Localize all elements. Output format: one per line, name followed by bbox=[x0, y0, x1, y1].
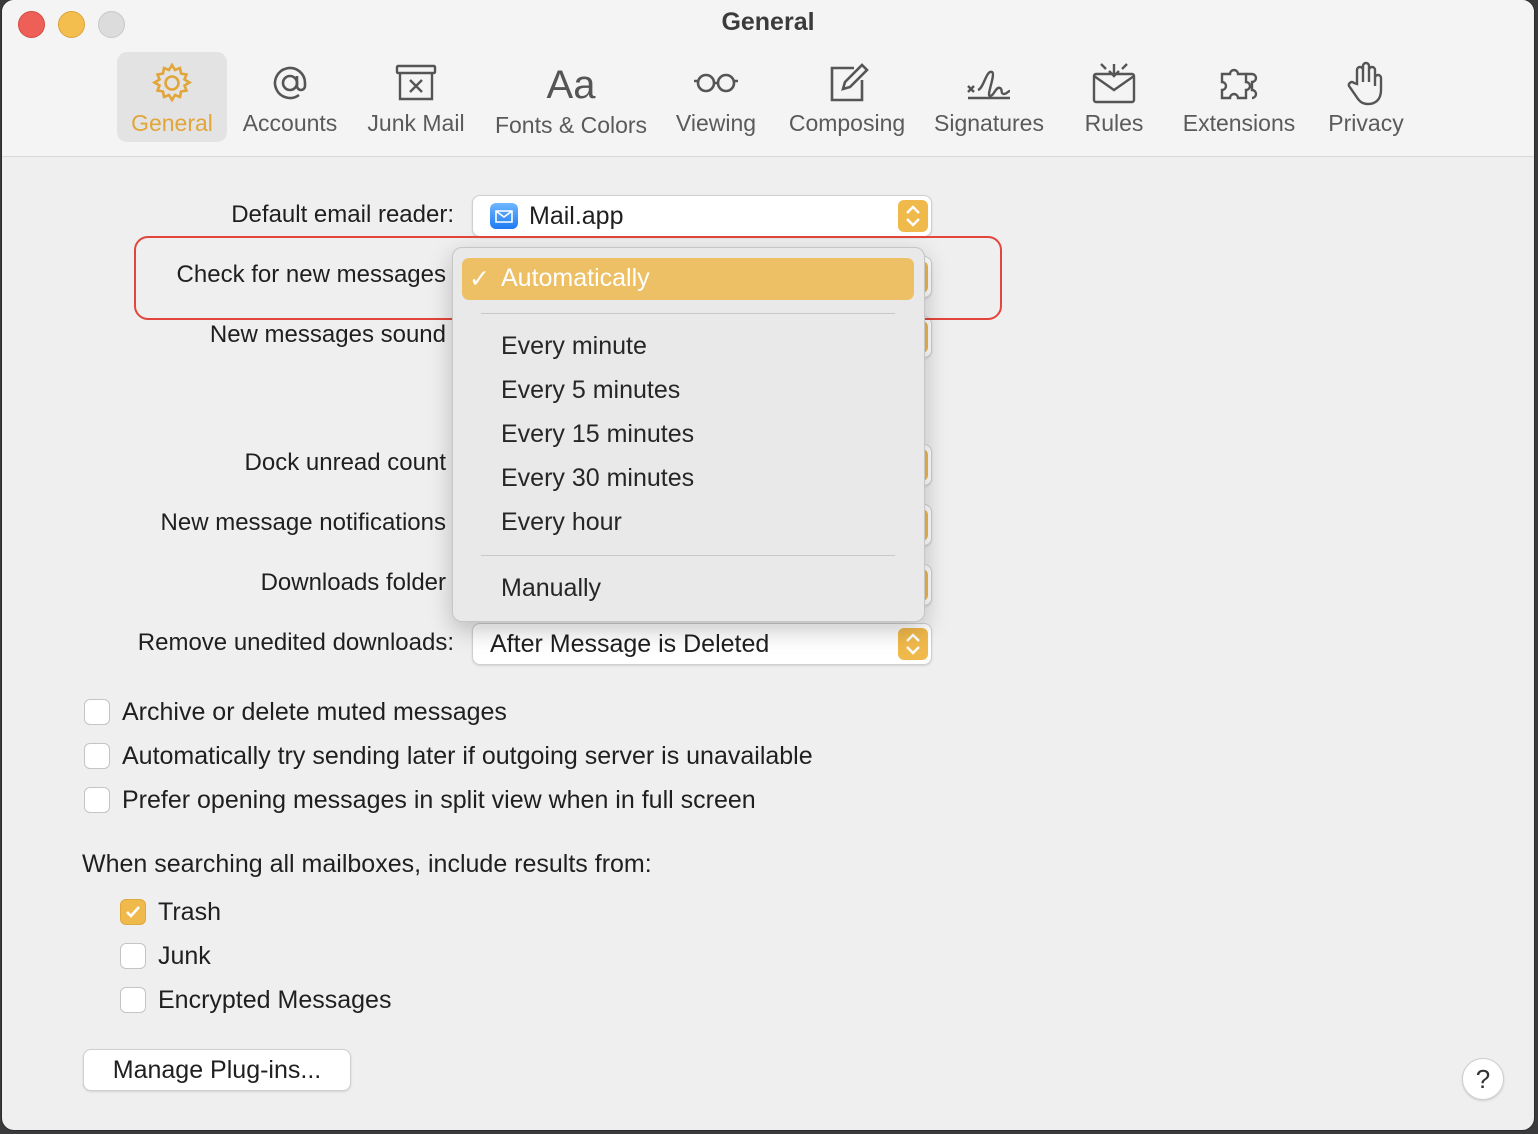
trash-label: Trash bbox=[158, 898, 221, 926]
send-later-label: Automatically try sending later if outgo… bbox=[122, 742, 813, 770]
junk-label: Junk bbox=[158, 942, 211, 970]
search-heading: When searching all mailboxes, include re… bbox=[82, 850, 652, 878]
signature-icon bbox=[967, 70, 1011, 100]
tab-rules[interactable]: Rules bbox=[1072, 52, 1156, 142]
menu-item[interactable]: Every 5 minutes bbox=[501, 376, 680, 405]
help-button[interactable]: ? bbox=[1462, 1058, 1504, 1100]
tab-label: Junk Mail bbox=[367, 110, 465, 136]
menu-item-label: Automatically bbox=[501, 264, 650, 292]
chevron-updown-icon bbox=[898, 628, 928, 660]
tab-viewing[interactable]: Viewing bbox=[664, 52, 768, 142]
fonts-icon: Aa bbox=[546, 63, 596, 107]
remove-downloads-popup[interactable]: After Message is Deleted bbox=[472, 623, 932, 665]
tab-composing[interactable]: Composing bbox=[780, 52, 914, 142]
tab-label: Viewing bbox=[675, 110, 757, 136]
check-messages-menu: ✓ Automatically Every minute Every 5 min… bbox=[452, 247, 925, 622]
menu-item[interactable]: Every minute bbox=[501, 332, 647, 361]
toolbar: General General Accounts Junk Mail Aa Fo… bbox=[2, 0, 1534, 157]
at-sign-icon bbox=[273, 66, 307, 100]
hand-icon bbox=[1347, 61, 1383, 106]
tab-label: Signatures bbox=[934, 110, 1044, 136]
default-reader-popup[interactable]: Mail.app bbox=[472, 195, 932, 237]
mail-app-icon bbox=[490, 203, 518, 229]
default-reader-label: Default email reader: bbox=[231, 201, 454, 228]
encrypted-checkbox[interactable] bbox=[120, 987, 146, 1013]
tab-junk-mail[interactable]: Junk Mail bbox=[358, 52, 474, 142]
tab-extensions[interactable]: Extensions bbox=[1174, 52, 1304, 142]
encrypted-label: Encrypted Messages bbox=[158, 986, 392, 1014]
puzzle-icon bbox=[1220, 68, 1258, 100]
menu-item-manually[interactable]: Manually bbox=[501, 574, 601, 603]
menu-item[interactable]: Every 15 minutes bbox=[501, 420, 694, 449]
tab-label: Composing bbox=[788, 110, 906, 136]
tab-signatures[interactable]: Signatures bbox=[926, 52, 1052, 142]
new-sound-label: New messages sound bbox=[209, 321, 446, 348]
menu-item[interactable]: Every hour bbox=[501, 508, 622, 537]
preferences-window: General General Accounts Junk Mail Aa Fo… bbox=[2, 0, 1534, 1130]
archive-muted-label: Archive or delete muted messages bbox=[122, 698, 507, 726]
remove-downloads-value: After Message is Deleted bbox=[490, 630, 770, 658]
default-reader-value: Mail.app bbox=[529, 202, 624, 230]
trash-checkbox[interactable] bbox=[120, 899, 146, 925]
junk-checkbox[interactable] bbox=[120, 943, 146, 969]
checkmark-icon: ✓ bbox=[469, 265, 490, 293]
window-title: General bbox=[721, 8, 815, 36]
split-view-label: Prefer opening messages in split view wh… bbox=[122, 786, 756, 814]
split-view-checkbox[interactable] bbox=[84, 787, 110, 813]
rules-icon bbox=[1092, 63, 1136, 104]
tab-label: General bbox=[131, 110, 213, 136]
checkmark-icon bbox=[126, 906, 140, 918]
notifications-label: New message notifications bbox=[160, 509, 446, 536]
tab-accounts[interactable]: Accounts bbox=[234, 52, 346, 142]
tab-fonts-colors[interactable]: Aa Fonts & Colors bbox=[486, 52, 656, 142]
tab-label: Fonts & Colors bbox=[494, 112, 648, 138]
gear-icon bbox=[151, 62, 193, 103]
downloads-folder-label: Downloads folder bbox=[260, 569, 446, 596]
tab-label: Privacy bbox=[1328, 110, 1404, 136]
remove-downloads-label: Remove unedited downloads: bbox=[137, 629, 454, 656]
tab-general[interactable]: General bbox=[117, 52, 227, 142]
tab-privacy[interactable]: Privacy bbox=[1320, 52, 1412, 142]
tab-label: Rules bbox=[1084, 110, 1144, 136]
menu-separator bbox=[481, 313, 895, 314]
chevron-updown-icon bbox=[898, 200, 928, 232]
dock-count-label: Dock unread count bbox=[244, 449, 446, 476]
compose-icon bbox=[830, 63, 869, 102]
tab-label: Accounts bbox=[242, 110, 338, 136]
tab-label: Extensions bbox=[1182, 110, 1296, 136]
menu-separator bbox=[481, 555, 895, 556]
manage-plugins-button[interactable]: Manage Plug-ins... bbox=[83, 1049, 351, 1091]
send-later-checkbox[interactable] bbox=[84, 743, 110, 769]
glasses-icon bbox=[694, 73, 738, 93]
menu-item[interactable]: Every 30 minutes bbox=[501, 464, 694, 493]
menu-item-automatically[interactable]: ✓ Automatically bbox=[462, 258, 914, 300]
junk-mail-icon bbox=[395, 64, 437, 101]
archive-muted-checkbox[interactable] bbox=[84, 699, 110, 725]
